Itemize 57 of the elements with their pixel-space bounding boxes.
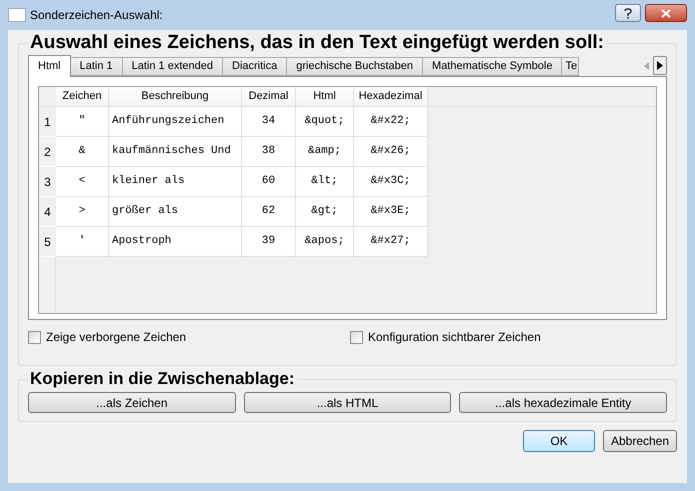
group-heading: Auswahl eines Zeichens, das in den Text eingefügt werden soll:	[29, 32, 605, 54]
tab[interactable]: Diacritica	[222, 57, 288, 76]
table-cell: 60	[242, 167, 296, 197]
column-header[interactable]: Beschreibung	[109, 87, 242, 106]
column-header[interactable]: Hexadezimal	[354, 87, 428, 106]
table-cell: &#x27;	[354, 227, 428, 257]
table-cell: kleiner als	[109, 167, 242, 197]
scroll-right-button[interactable]	[653, 56, 667, 75]
table-cell: 62	[242, 197, 296, 227]
checkbox-label[interactable]: Konfiguration sichtbarer Zeichen	[368, 328, 541, 346]
table-cell: "	[56, 107, 109, 137]
column-header[interactable]: Zeichen	[56, 87, 109, 106]
window-title: Sonderzeichen-Auswahl:	[30, 7, 163, 24]
table-cell: &	[56, 137, 109, 167]
table-cell: &#x3E;	[354, 197, 428, 227]
dialog-button[interactable]: Abbrechen	[603, 430, 677, 452]
help-button[interactable]	[615, 4, 641, 22]
table-cell: '	[56, 227, 109, 257]
table-cell: &#x26;	[354, 137, 428, 167]
tab[interactable]: Latin 1 extended	[122, 57, 223, 76]
table-cell: &#x22;	[354, 107, 428, 137]
tab[interactable]: Html	[28, 55, 71, 77]
copy-button[interactable]: ...als Zeichen	[28, 392, 236, 413]
column-header[interactable]: Dezimal	[242, 87, 296, 106]
checkbox-label[interactable]: Zeige verborgene Zeichen	[46, 328, 186, 346]
right-arrow-icon	[657, 61, 663, 70]
app-icon	[8, 8, 26, 22]
table-cell: 38	[242, 137, 296, 167]
table-cell: größer als	[109, 197, 242, 227]
table-cell: &quot;	[296, 107, 354, 137]
table-cell: &amp;	[296, 137, 354, 167]
close-button[interactable]	[645, 4, 687, 22]
dialog-button[interactable]: OK	[523, 430, 595, 452]
checkbox[interactable]	[28, 330, 41, 344]
copy-button[interactable]: ...als hexadezimale Entity	[459, 392, 668, 413]
tab[interactable]: Mathematische Symbole	[422, 57, 562, 76]
table-cell: >	[56, 197, 109, 227]
left-arrow-icon	[644, 62, 648, 70]
tab[interactable]: griechische Buchstaben	[286, 57, 424, 76]
table-cell: 39	[242, 227, 296, 257]
table-cell: &lt;	[296, 167, 354, 197]
column-header[interactable]: Html	[296, 87, 354, 106]
help-icon	[624, 8, 632, 18]
table-cell: &apos;	[296, 227, 354, 257]
table-cell: kaufmännisches Und	[109, 137, 242, 167]
table-cell: &#x3C;	[354, 167, 428, 197]
table-cell: <	[56, 167, 109, 197]
table-cell: Apostroph	[109, 227, 242, 257]
close-icon	[661, 8, 671, 18]
table-cell: &gt;	[296, 197, 354, 227]
tab[interactable]: Te	[561, 57, 580, 76]
group-heading: Kopieren in die Zwischenablage:	[29, 368, 296, 390]
copy-button[interactable]: ...als HTML	[244, 392, 452, 413]
checkbox[interactable]	[350, 330, 363, 344]
table-cell: Anführungszeichen	[109, 107, 242, 137]
tab[interactable]: Latin 1	[70, 57, 123, 76]
table-cell: 34	[242, 107, 296, 137]
